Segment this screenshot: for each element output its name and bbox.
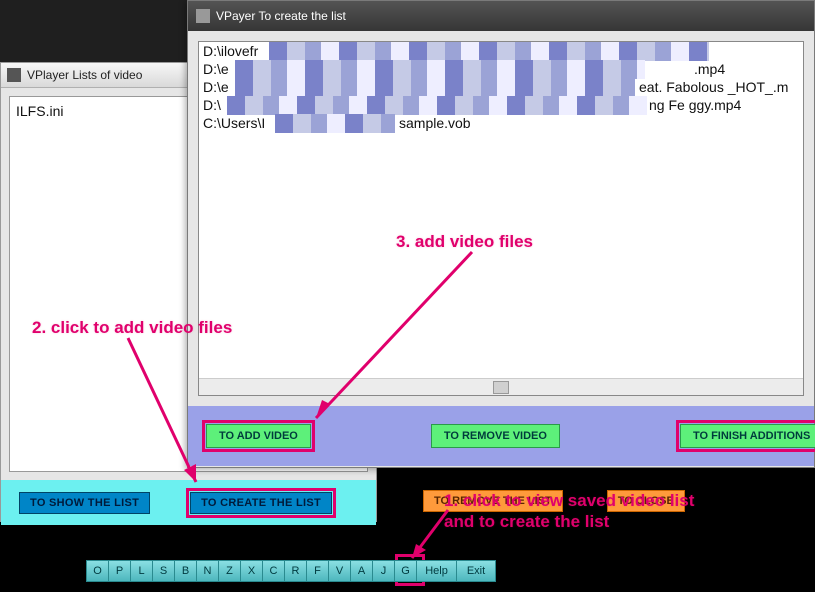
toolbar-btn-f[interactable]: F	[306, 560, 328, 582]
lists-footer: TO SHOW THE LIST TO CREATE THE LIST	[1, 480, 376, 525]
file-prefix: D:\ilovefr	[203, 43, 258, 59]
toolbar-btn-j[interactable]: J	[372, 560, 394, 582]
toolbar-btn-s[interactable]: S	[152, 560, 174, 582]
file-suffix: sample.vob	[399, 115, 471, 131]
toolbar-btn-n[interactable]: N	[196, 560, 218, 582]
close-button[interactable]: TO CLOSE	[607, 490, 685, 512]
toolbar-btn-g[interactable]: G	[394, 560, 416, 582]
background-dim	[0, 0, 187, 62]
toolbar-btn-l[interactable]: L	[130, 560, 152, 582]
window-icon	[196, 9, 210, 23]
file-suffix: .mp4	[694, 61, 725, 77]
create-footer: TO ADD VIDEO TO REMOVE VIDEO TO FINISH A…	[188, 406, 814, 466]
file-prefix: D:\	[203, 97, 221, 113]
file-suffix: ng Fe ggy.mp4	[649, 97, 741, 113]
file-row[interactable]: D:\ilovefr	[199, 42, 803, 60]
file-row[interactable]: D:\e .mp4	[199, 60, 803, 78]
file-prefix: D:\e	[203, 79, 229, 95]
file-row[interactable]: C:\Users\I sample.vob	[199, 114, 803, 132]
orange-row: TO REMOVE THE LIST TO CLOSE	[423, 490, 685, 512]
toolbar-btn-a[interactable]: A	[350, 560, 372, 582]
toolbar-btn-c[interactable]: C	[262, 560, 284, 582]
redacted-region	[227, 96, 647, 115]
toolbar-btn-v[interactable]: V	[328, 560, 350, 582]
redacted-region	[269, 42, 709, 61]
toolbar-btn-z[interactable]: Z	[218, 560, 240, 582]
create-list-window: VPayer To create the list D:\ilovefr D:\…	[187, 0, 815, 468]
file-prefix: C:\Users\I	[203, 115, 265, 131]
horizontal-scrollbar[interactable]	[199, 378, 803, 395]
show-list-button[interactable]: TO SHOW THE LIST	[19, 492, 150, 514]
create-title: VPayer To create the list	[216, 9, 346, 23]
file-list[interactable]: D:\ilovefr D:\e .mp4 D:\e eat. Fabolous …	[198, 41, 804, 396]
remove-list-button[interactable]: TO REMOVE THE LIST	[423, 490, 563, 512]
file-suffix: eat. Fabolous _HOT_.m	[639, 79, 788, 95]
window-icon	[7, 68, 21, 82]
redacted-region	[275, 114, 395, 133]
bottom-toolbar: O P L S B N Z X C R F V A J G Help Exit	[86, 560, 496, 582]
file-row[interactable]: D:\ ng Fe ggy.mp4	[199, 96, 803, 114]
redacted-region	[235, 60, 645, 79]
toolbar-btn-x[interactable]: X	[240, 560, 262, 582]
toolbar-btn-exit[interactable]: Exit	[456, 560, 496, 582]
toolbar-btn-o[interactable]: O	[86, 560, 108, 582]
finish-additions-button[interactable]: TO FINISH ADDITIONS	[680, 424, 815, 448]
toolbar-btn-p[interactable]: P	[108, 560, 130, 582]
file-row[interactable]: D:\e eat. Fabolous _HOT_.m	[199, 78, 803, 96]
create-titlebar[interactable]: VPayer To create the list	[188, 1, 814, 31]
scrollbar-thumb[interactable]	[493, 381, 509, 394]
file-prefix: D:\e	[203, 61, 229, 77]
lists-title: VPlayer Lists of video	[27, 68, 142, 82]
add-video-button[interactable]: TO ADD VIDEO	[206, 424, 311, 448]
toolbar-btn-help[interactable]: Help	[416, 560, 456, 582]
toolbar-btn-b[interactable]: B	[174, 560, 196, 582]
create-list-button[interactable]: TO CREATE THE LIST	[190, 492, 332, 514]
remove-video-button[interactable]: TO REMOVE VIDEO	[431, 424, 560, 448]
toolbar-btn-r[interactable]: R	[284, 560, 306, 582]
redacted-region	[235, 78, 635, 97]
